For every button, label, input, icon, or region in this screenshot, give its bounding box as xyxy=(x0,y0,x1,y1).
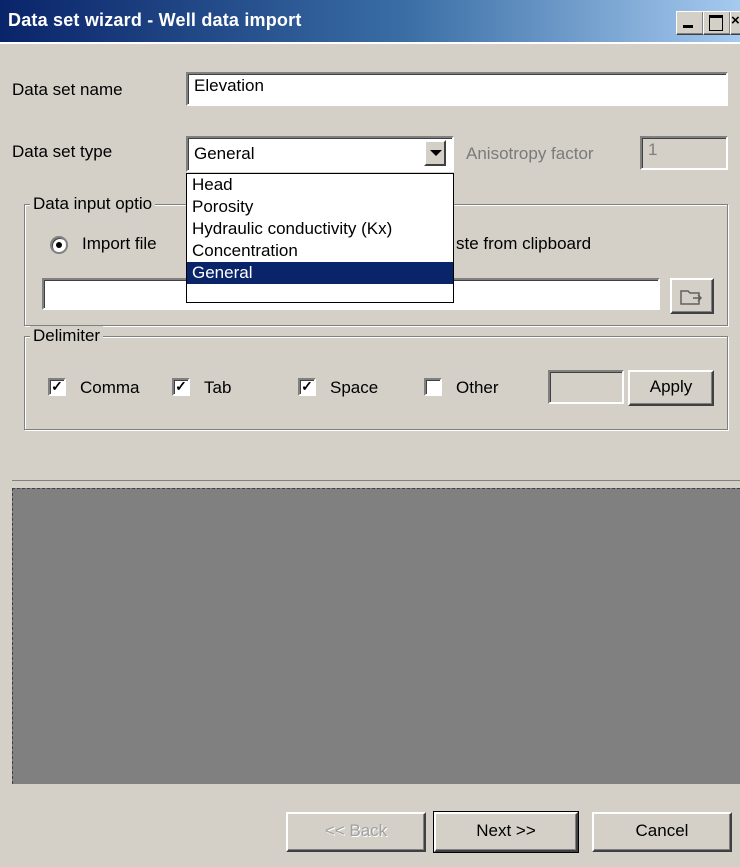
data-set-type-dropdown-list[interactable]: Head Porosity Hydraulic conductivity (Kx… xyxy=(186,173,454,303)
cancel-button-label: Cancel xyxy=(635,821,689,840)
import-file-radio[interactable] xyxy=(50,236,68,254)
radio-dot-icon xyxy=(56,242,62,248)
maximize-icon xyxy=(709,15,723,31)
data-set-type-label: Data set type xyxy=(12,142,113,161)
data-set-name-label: Data set name xyxy=(12,80,123,99)
close-icon: × xyxy=(731,12,740,29)
title-bar[interactable]: Data set wizard - Well data import × xyxy=(0,0,740,44)
window-title: Data set wizard - Well data import xyxy=(8,10,302,30)
chevron-down-icon[interactable] xyxy=(424,140,446,166)
dropdown-option-head[interactable]: Head xyxy=(187,174,453,196)
minimize-icon xyxy=(683,25,693,28)
space-checkbox[interactable]: ✓ xyxy=(298,378,316,396)
next-button[interactable]: Next >> xyxy=(433,811,579,853)
other-checkbox[interactable] xyxy=(424,378,442,396)
browse-button[interactable] xyxy=(670,278,714,314)
back-button[interactable]: << Back xyxy=(286,812,426,852)
other-label: Other xyxy=(456,378,499,397)
close-button[interactable]: × xyxy=(730,11,740,35)
data-input-options-label: Data input optio xyxy=(30,194,156,214)
dropdown-option-porosity[interactable]: Porosity xyxy=(187,196,453,218)
space-label: Space xyxy=(330,378,379,397)
cancel-button[interactable]: Cancel xyxy=(592,812,732,852)
separator xyxy=(12,480,740,481)
minimize-button[interactable] xyxy=(676,11,704,35)
paste-from-clipboard-label: ste from clipboard xyxy=(456,234,592,253)
delimiter-label: Delimiter xyxy=(30,326,104,346)
comma-label: Comma xyxy=(80,378,140,397)
check-icon: ✓ xyxy=(301,378,313,394)
tab-checkbox[interactable]: ✓ xyxy=(172,378,190,396)
wizard-window: Data set wizard - Well data import × Dat… xyxy=(0,0,740,867)
data-set-type-select[interactable]: General xyxy=(186,136,454,172)
anisotropy-factor-input[interactable]: 1 xyxy=(640,136,728,170)
data-preview-grid[interactable] xyxy=(12,488,740,784)
data-set-name-input[interactable]: Elevation xyxy=(186,72,728,106)
maximize-button[interactable] xyxy=(703,11,731,35)
folder-browse-icon xyxy=(680,290,703,305)
anisotropy-factor-label: Anisotropy factor xyxy=(466,144,594,163)
dropdown-option-concentration[interactable]: Concentration xyxy=(187,240,453,262)
apply-button[interactable]: Apply xyxy=(628,370,714,406)
check-icon: ✓ xyxy=(51,378,63,394)
tab-label: Tab xyxy=(204,378,232,397)
check-icon: ✓ xyxy=(175,378,187,394)
comma-checkbox[interactable]: ✓ xyxy=(48,378,66,396)
other-delimiter-input[interactable] xyxy=(548,370,624,404)
dropdown-option-hydraulic-conductivity[interactable]: Hydraulic conductivity (Kx) xyxy=(187,218,453,240)
dropdown-option-general[interactable]: General xyxy=(187,262,453,284)
data-set-type-value: General xyxy=(194,144,255,163)
import-file-label: Import file xyxy=(82,234,157,253)
